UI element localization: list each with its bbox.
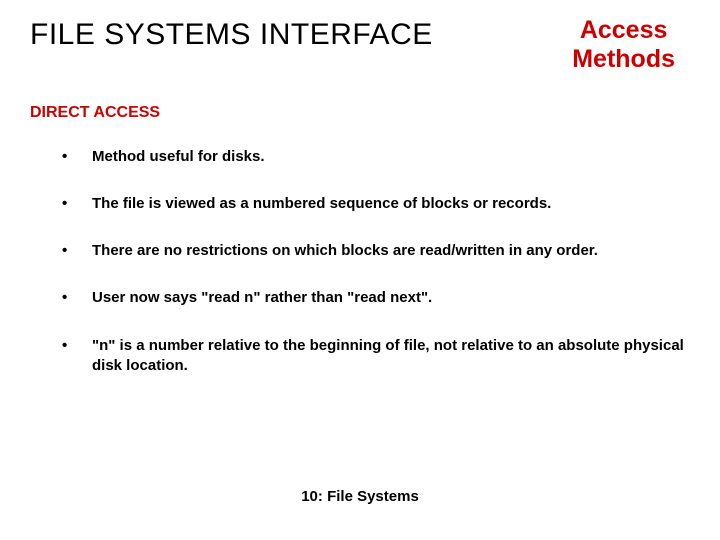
main-title: FILE SYSTEMS INTERFACE [30, 18, 433, 52]
slide-header: FILE SYSTEMS INTERFACE Access Methods [0, 0, 720, 74]
section-heading: DIRECT ACCESS [0, 74, 720, 122]
subtitle: Access Methods [572, 16, 675, 74]
subtitle-line-2: Methods [572, 45, 675, 73]
list-item: User now says "read n" rather than "read… [60, 288, 685, 308]
subtitle-line-1: Access [580, 16, 668, 44]
list-item: Method useful for disks. [60, 147, 685, 167]
bullet-list: Method useful for disks. The file is vie… [0, 122, 720, 377]
list-item: There are no restrictions on which block… [60, 241, 685, 261]
slide-footer: 10: File Systems [0, 488, 720, 505]
list-item: "n" is a number relative to the beginnin… [60, 336, 685, 377]
list-item: The file is viewed as a numbered sequenc… [60, 194, 685, 214]
